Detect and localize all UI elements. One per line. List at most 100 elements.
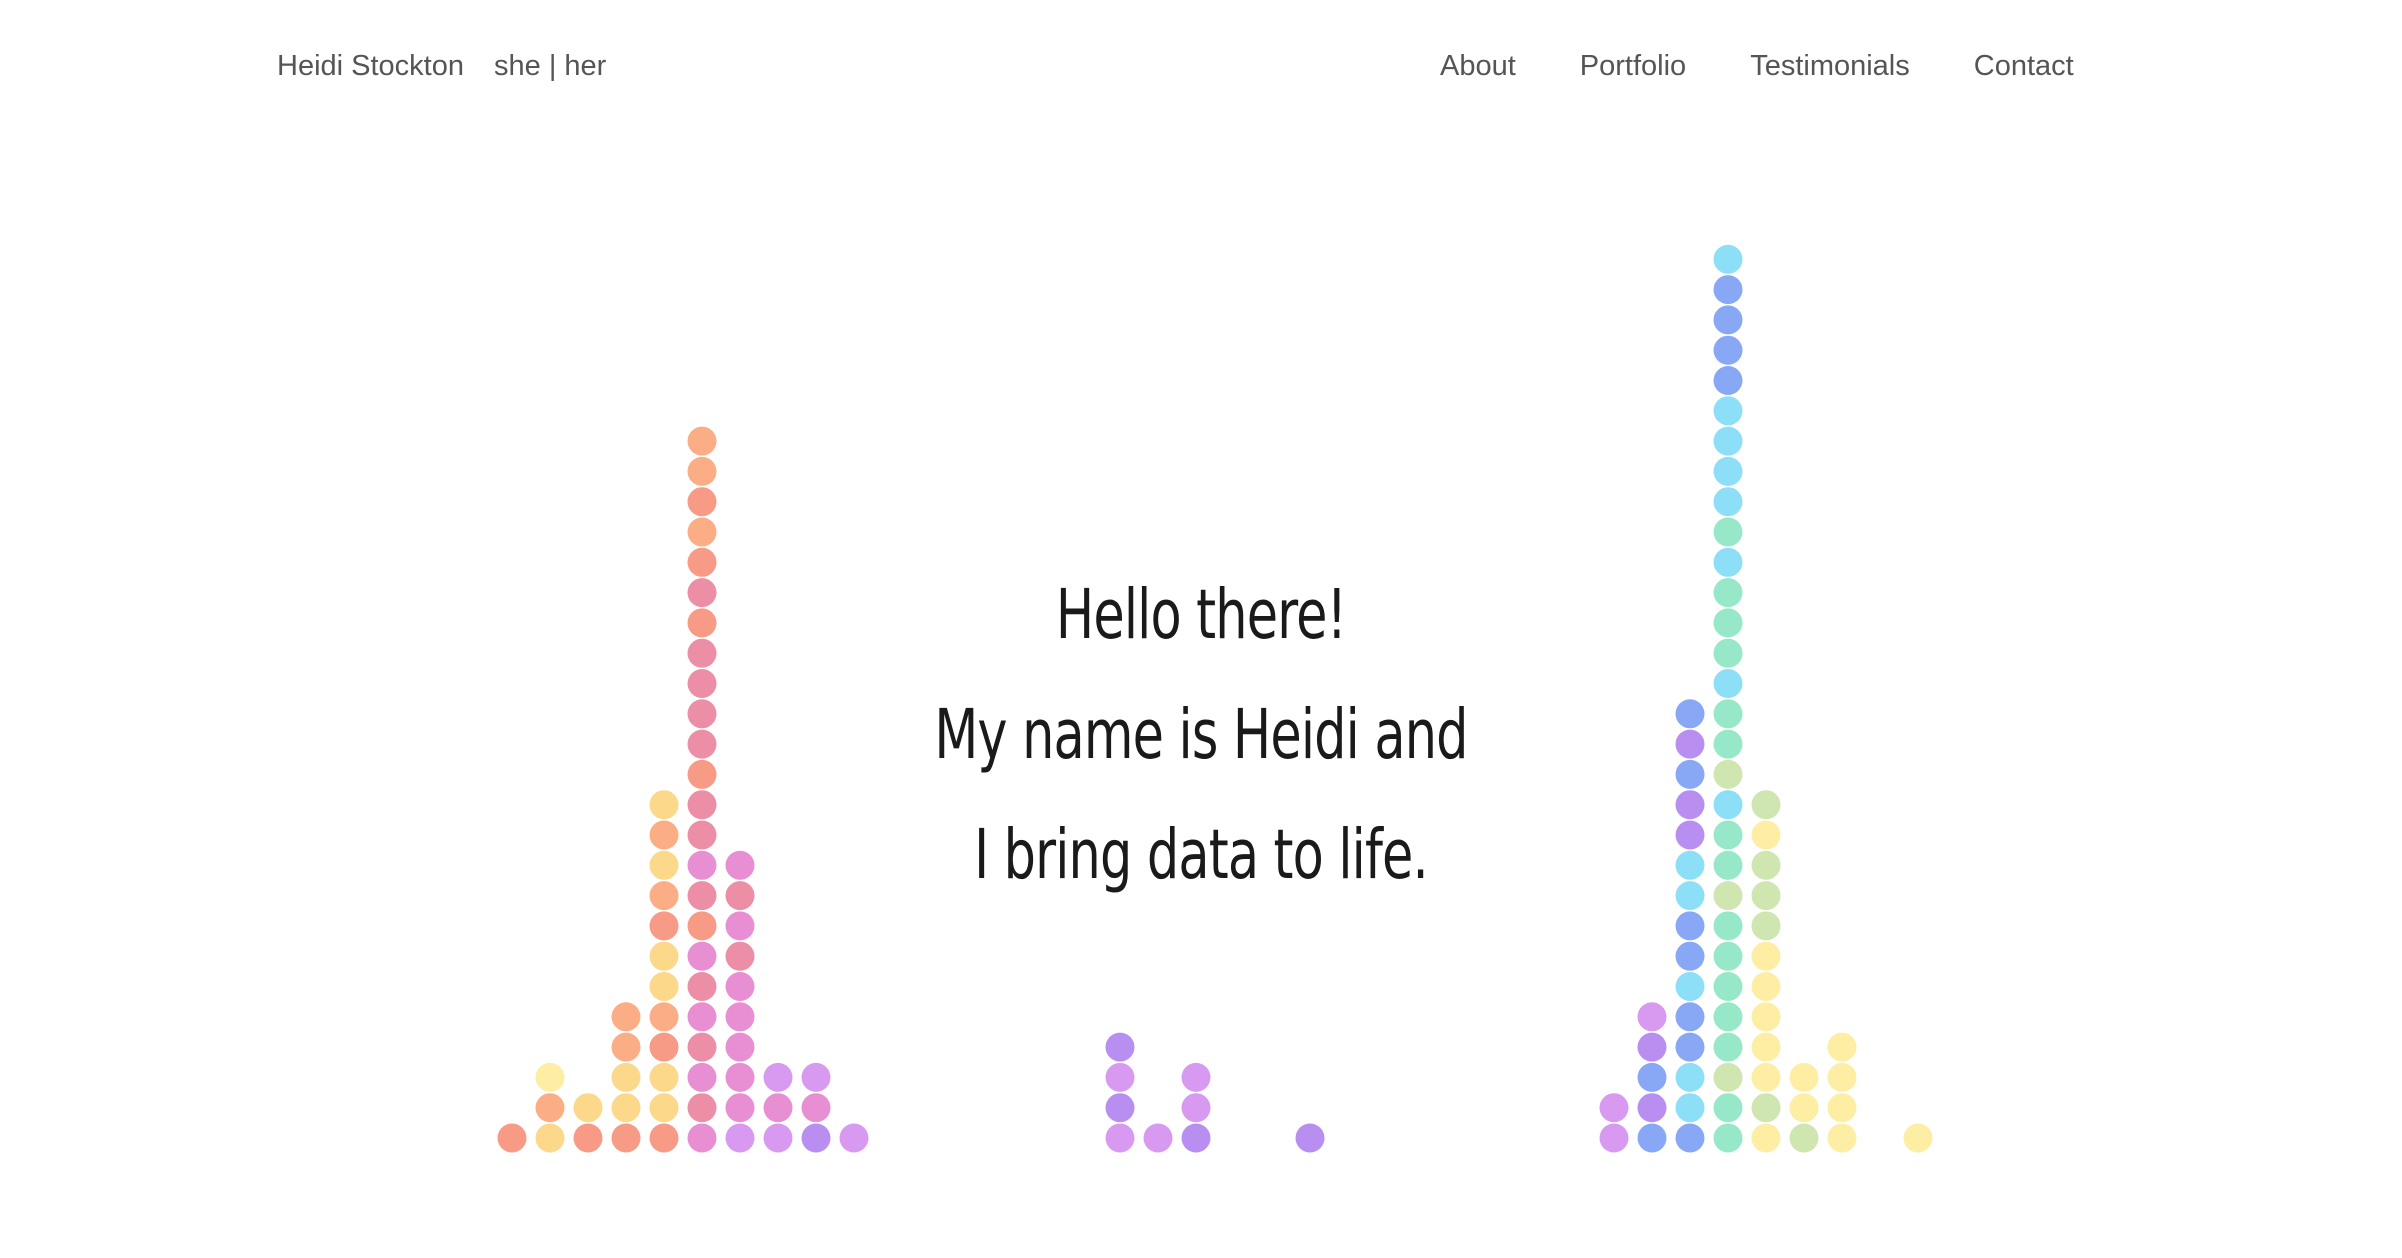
histogram-dot	[649, 881, 679, 911]
histogram-dot	[649, 1093, 679, 1123]
histogram-dot	[1713, 366, 1743, 395]
histogram-dot	[535, 1093, 565, 1123]
histogram-dot	[1713, 1002, 1743, 1032]
histogram-dot	[1181, 1093, 1211, 1123]
histogram-dot	[763, 1093, 793, 1123]
histogram-dot	[1751, 941, 1781, 971]
histogram-dot	[687, 608, 717, 638]
histogram-dot	[1713, 1123, 1743, 1153]
histogram-dot	[1675, 911, 1705, 941]
histogram-dot	[1675, 1123, 1705, 1153]
histogram-dot	[1713, 941, 1743, 971]
histogram-dot	[497, 1123, 527, 1153]
histogram-dot	[535, 1123, 565, 1153]
histogram-dot	[573, 1123, 603, 1153]
histogram-dot	[1713, 972, 1743, 1001]
histogram-dot	[1713, 638, 1743, 668]
histogram-dot	[687, 1032, 717, 1062]
histogram-dot	[1713, 608, 1743, 638]
histogram-dot	[1751, 1002, 1781, 1032]
histogram-dot	[687, 850, 717, 880]
histogram-dot	[1713, 456, 1743, 486]
histogram-dot	[1599, 1123, 1629, 1153]
histogram-dot	[1599, 1093, 1629, 1123]
histogram-dot	[1675, 1032, 1705, 1062]
histogram-dot	[1675, 820, 1705, 850]
histogram-dot	[1789, 1062, 1819, 1092]
histogram-dot	[687, 1062, 717, 1092]
histogram-dot	[687, 820, 717, 850]
histogram-dot	[1637, 1123, 1667, 1153]
histogram-dot	[1713, 669, 1743, 698]
histogram-dot	[1675, 1062, 1705, 1092]
histogram-dot	[573, 1093, 603, 1123]
histogram-dot	[1713, 729, 1743, 759]
histogram-dot	[649, 1002, 679, 1032]
histogram-dot	[725, 1123, 755, 1153]
histogram-dot	[687, 487, 717, 517]
histogram-dot	[763, 1123, 793, 1153]
histogram-dot	[649, 790, 679, 820]
histogram-dot	[1713, 850, 1743, 880]
histogram-dot	[687, 911, 717, 941]
histogram-dot	[1827, 1032, 1857, 1062]
histogram-dot	[1751, 911, 1781, 941]
histogram-dot	[1713, 911, 1743, 941]
histogram-dot	[1789, 1093, 1819, 1123]
histogram-dot	[687, 517, 717, 547]
histogram-dot	[1675, 972, 1705, 1001]
histogram-dot	[725, 1002, 755, 1032]
histogram-dot	[1751, 972, 1781, 1001]
histogram-dot	[1751, 790, 1781, 820]
histogram-dot	[1751, 850, 1781, 880]
histogram-dot	[687, 1093, 717, 1123]
histogram-dot	[801, 1093, 831, 1123]
histogram-dot	[1105, 1093, 1135, 1123]
histogram-dot	[725, 1032, 755, 1062]
histogram-dot	[1713, 396, 1743, 426]
histogram-dot	[725, 881, 755, 911]
histogram-dot	[1181, 1062, 1211, 1092]
histogram-dot	[649, 941, 679, 971]
histogram-dot	[687, 1002, 717, 1032]
histogram-dot	[1751, 1032, 1781, 1062]
histogram-dot	[1105, 1062, 1135, 1092]
histogram-dot	[649, 850, 679, 880]
histogram-dot	[687, 881, 717, 911]
histogram-dot	[1105, 1032, 1135, 1062]
histogram-dot	[687, 426, 717, 456]
histogram-dot	[1181, 1123, 1211, 1153]
histogram-dot	[1713, 1032, 1743, 1062]
histogram-dot	[1751, 881, 1781, 911]
histogram-dot	[1675, 790, 1705, 820]
histogram-dot	[1143, 1123, 1173, 1153]
histogram-dot	[687, 669, 717, 698]
histogram-dot	[1675, 729, 1705, 759]
histogram-dot	[1751, 1123, 1781, 1153]
hero-heading: Hello there! My name is Heidi and I brin…	[914, 555, 1488, 915]
histogram-dot	[687, 790, 717, 820]
histogram-dot	[839, 1123, 869, 1153]
histogram-dot	[1713, 275, 1743, 305]
histogram-dot	[611, 1032, 641, 1062]
histogram-dot	[687, 941, 717, 971]
histogram-dot	[1675, 881, 1705, 911]
histogram-dot	[725, 911, 755, 941]
histogram-dot	[725, 1093, 755, 1123]
histogram-dot	[725, 972, 755, 1001]
histogram-dot	[535, 1062, 565, 1092]
histogram-dot	[1713, 881, 1743, 911]
histogram-dot	[1751, 1062, 1781, 1092]
histogram-dot	[649, 1062, 679, 1092]
histogram-dot	[1675, 1093, 1705, 1123]
histogram-dot	[1827, 1062, 1857, 1092]
histogram-dot	[1675, 699, 1705, 729]
histogram-dot	[687, 759, 717, 789]
histogram-dot	[687, 456, 717, 486]
histogram-dot	[1675, 941, 1705, 971]
histogram-dot	[1751, 820, 1781, 850]
hero-line-tagline: I bring data to life.	[974, 815, 1429, 895]
histogram-dot	[1713, 820, 1743, 850]
histogram-dot	[687, 547, 717, 577]
histogram-dot	[611, 1093, 641, 1123]
